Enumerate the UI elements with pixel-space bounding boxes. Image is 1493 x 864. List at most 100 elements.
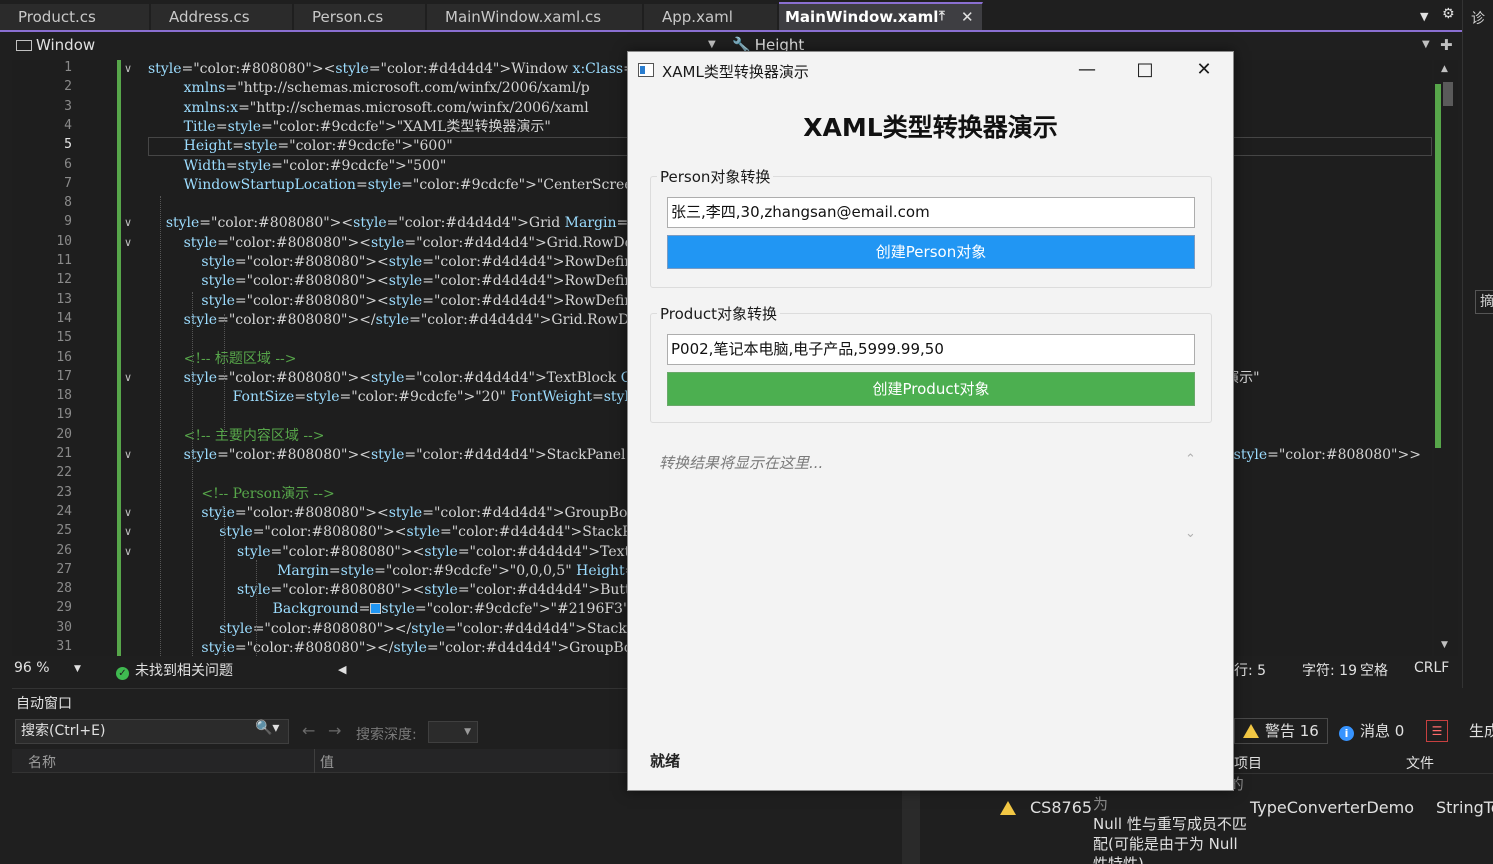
line-number: 22	[56, 465, 72, 480]
column-file[interactable]: 文件	[1406, 753, 1434, 773]
fold-toggle-icon[interactable]: ∨	[124, 371, 132, 384]
tab-mainwindow-xaml-cs[interactable]: MainWindow.xaml.cs	[427, 4, 643, 30]
warning-icon	[1243, 724, 1259, 738]
create-person-button[interactable]: 创建Person对象	[667, 235, 1195, 269]
fold-toggle-icon[interactable]: ∨	[124, 216, 132, 229]
search-depth-combo[interactable]: ▼	[428, 721, 478, 743]
scrollbar-change-marker	[1435, 84, 1441, 448]
search-placeholder: 搜索(Ctrl+E)	[21, 723, 106, 739]
messages-filter[interactable]: i 消息 0	[1330, 718, 1413, 744]
back-arrow-icon[interactable]: ←	[302, 721, 315, 740]
line-number: 25	[56, 523, 72, 538]
column-value[interactable]: 值	[320, 752, 334, 772]
change-indicator	[117, 60, 121, 656]
minimize-icon[interactable]: —	[1064, 56, 1110, 84]
element-combo[interactable]: Window	[16, 34, 95, 56]
fold-toggle-icon[interactable]: ∨	[124, 448, 132, 461]
autos-scrollbar[interactable]	[902, 789, 920, 864]
tab-person-cs[interactable]: Person.cs	[294, 4, 426, 30]
line-ending-indicator[interactable]: CRLF	[1414, 660, 1449, 676]
diagnostics-tab[interactable]: 诊	[1471, 8, 1485, 28]
build-filter[interactable]: 生成	[1464, 718, 1493, 744]
whitespace-indicator[interactable]: 空格	[1360, 660, 1388, 680]
summary-tab[interactable]: 摘	[1475, 290, 1493, 314]
line-number-gutter: 1 ∨ 2 3 4 5 6 7 8 9 ∨ 10 ∨ 11 12 13 14 15 16 17 ∨ 18 19 20 21 ∨ 22…	[12, 60, 132, 656]
chevron-down-icon[interactable]: ▼	[74, 664, 81, 674]
line-number: 15	[56, 330, 72, 345]
tab-app-xaml[interactable]: App.xaml	[644, 4, 778, 30]
pin-icon[interactable]: ⤒	[939, 4, 945, 30]
person-input[interactable]: 张三,李四,30,zhangsan@email.com	[667, 197, 1195, 228]
code-line[interactable]: Width=style="color:#9cdcfe">"500"	[148, 157, 447, 176]
warnings-filter[interactable]: 警告 16	[1234, 718, 1328, 744]
scroll-up-icon[interactable]: ▲	[1441, 64, 1448, 74]
build-label: 生成	[1469, 722, 1493, 740]
line-number: 2	[64, 79, 72, 94]
fold-toggle-icon[interactable]: ∨	[124, 236, 132, 249]
tab-address-cs[interactable]: Address.cs	[151, 4, 293, 30]
line-number: 14	[56, 311, 72, 326]
column-project[interactable]: 项目	[1234, 753, 1262, 773]
column-name[interactable]: 名称	[28, 752, 56, 772]
split-icon[interactable]: ✚	[1440, 34, 1453, 56]
line-number: 21	[56, 446, 72, 461]
fold-toggle-icon[interactable]: ∨	[124, 506, 132, 519]
chevron-down-icon[interactable]: ▼	[1420, 10, 1428, 23]
create-product-button[interactable]: 创建Product对象	[667, 372, 1195, 406]
check-circle-icon: ✓	[116, 667, 129, 680]
scroll-down-icon[interactable]: ▼	[1441, 640, 1448, 650]
issues-indicator[interactable]: ✓ 未找到相关问题	[116, 660, 233, 680]
line-indicator[interactable]: 行: 5	[1234, 660, 1266, 680]
autos-search-input[interactable]: 搜索(Ctrl+E)	[15, 719, 289, 744]
code-line[interactable]: Title=style="color:#9cdcfe">"XAML类型转换器演示…	[148, 118, 551, 137]
tab-label: Person.cs	[312, 8, 384, 26]
maximize-icon[interactable]: □	[1122, 56, 1168, 84]
zoom-combo[interactable]: 96 %	[14, 660, 50, 676]
code-line[interactable]: xmlns="http://schemas.microsoft.com/winf…	[148, 79, 590, 98]
search-icon[interactable]: 🔍▾	[255, 720, 279, 736]
fold-toggle-icon[interactable]: ∨	[124, 62, 132, 75]
char-indicator[interactable]: 字符: 19	[1302, 660, 1357, 680]
chevron-down-icon[interactable]: ⌄	[1185, 526, 1196, 541]
chevron-down-icon[interactable]: ▼	[1422, 34, 1430, 56]
chevron-up-icon[interactable]: ⌃	[1185, 452, 1196, 467]
close-icon[interactable]: ✕	[1181, 56, 1227, 84]
scroll-left-icon[interactable]: ◀	[338, 663, 346, 676]
description-line: 性特性)。	[1093, 855, 1159, 864]
window-titlebar[interactable]: XAML类型转换器演示 — □ ✕	[628, 52, 1233, 88]
column-divider[interactable]	[314, 749, 315, 773]
line-number: 18	[56, 388, 72, 403]
error-file[interactable]: StringTo	[1436, 798, 1493, 817]
code-line[interactable]: Height=style="color:#9cdcfe">"600"	[148, 137, 453, 156]
fold-toggle-icon[interactable]: ∨	[124, 525, 132, 538]
tab-mainwindow-xaml[interactable]: MainWindow.xaml ⤒ ✕	[779, 2, 983, 30]
line-number: 9	[64, 214, 72, 229]
messages-count: 消息 0	[1360, 722, 1405, 740]
code-line[interactable]: <!-- 主要内容区域 -->	[148, 427, 325, 446]
search-depth-label: 搜索深度:	[356, 727, 417, 743]
line-number: 11	[56, 253, 72, 268]
product-input[interactable]: P002,笔记本电脑,电子产品,5999.99,50	[667, 334, 1195, 365]
result-textbox[interactable]: 转换结果将显示在这里... ⌃ ⌄	[650, 436, 1212, 696]
table-row[interactable]: CS8765 参数 "culture" 类型的为 Null 性与重写成员不匹 配…	[930, 775, 1493, 864]
product-input-value: P002,笔记本电脑,电子产品,5999.99,50	[671, 340, 944, 358]
tab-label: App.xaml	[662, 8, 733, 26]
gear-icon[interactable]: ⚙	[1442, 6, 1455, 22]
side-panel-strip: 诊 摘	[1462, 0, 1493, 688]
scrollbar-thumb[interactable]	[1443, 82, 1453, 106]
tab-product-cs[interactable]: Product.cs	[0, 4, 150, 30]
line-number: 26	[56, 543, 72, 558]
code-line[interactable]: <!-- 标题区域 -->	[148, 350, 297, 369]
filter-icon[interactable]: ☰	[1426, 720, 1448, 742]
page-title: XAML类型转换器演示	[803, 113, 1058, 142]
window-title: XAML类型转换器演示	[662, 63, 809, 81]
groupbox-header: Product对象转换	[657, 303, 780, 324]
forward-arrow-icon[interactable]: →	[328, 721, 341, 740]
line-number: 10	[56, 234, 72, 249]
close-icon[interactable]: ✕	[961, 4, 974, 30]
error-code[interactable]: CS8765	[1030, 798, 1092, 817]
fold-toggle-icon[interactable]: ∨	[124, 545, 132, 558]
code-line[interactable]: <!-- Person演示 -->	[148, 485, 334, 504]
code-line[interactable]: xmlns:x="http://schemas.microsoft.com/wi…	[148, 99, 589, 118]
groupbox-header: Person对象转换	[657, 166, 774, 187]
